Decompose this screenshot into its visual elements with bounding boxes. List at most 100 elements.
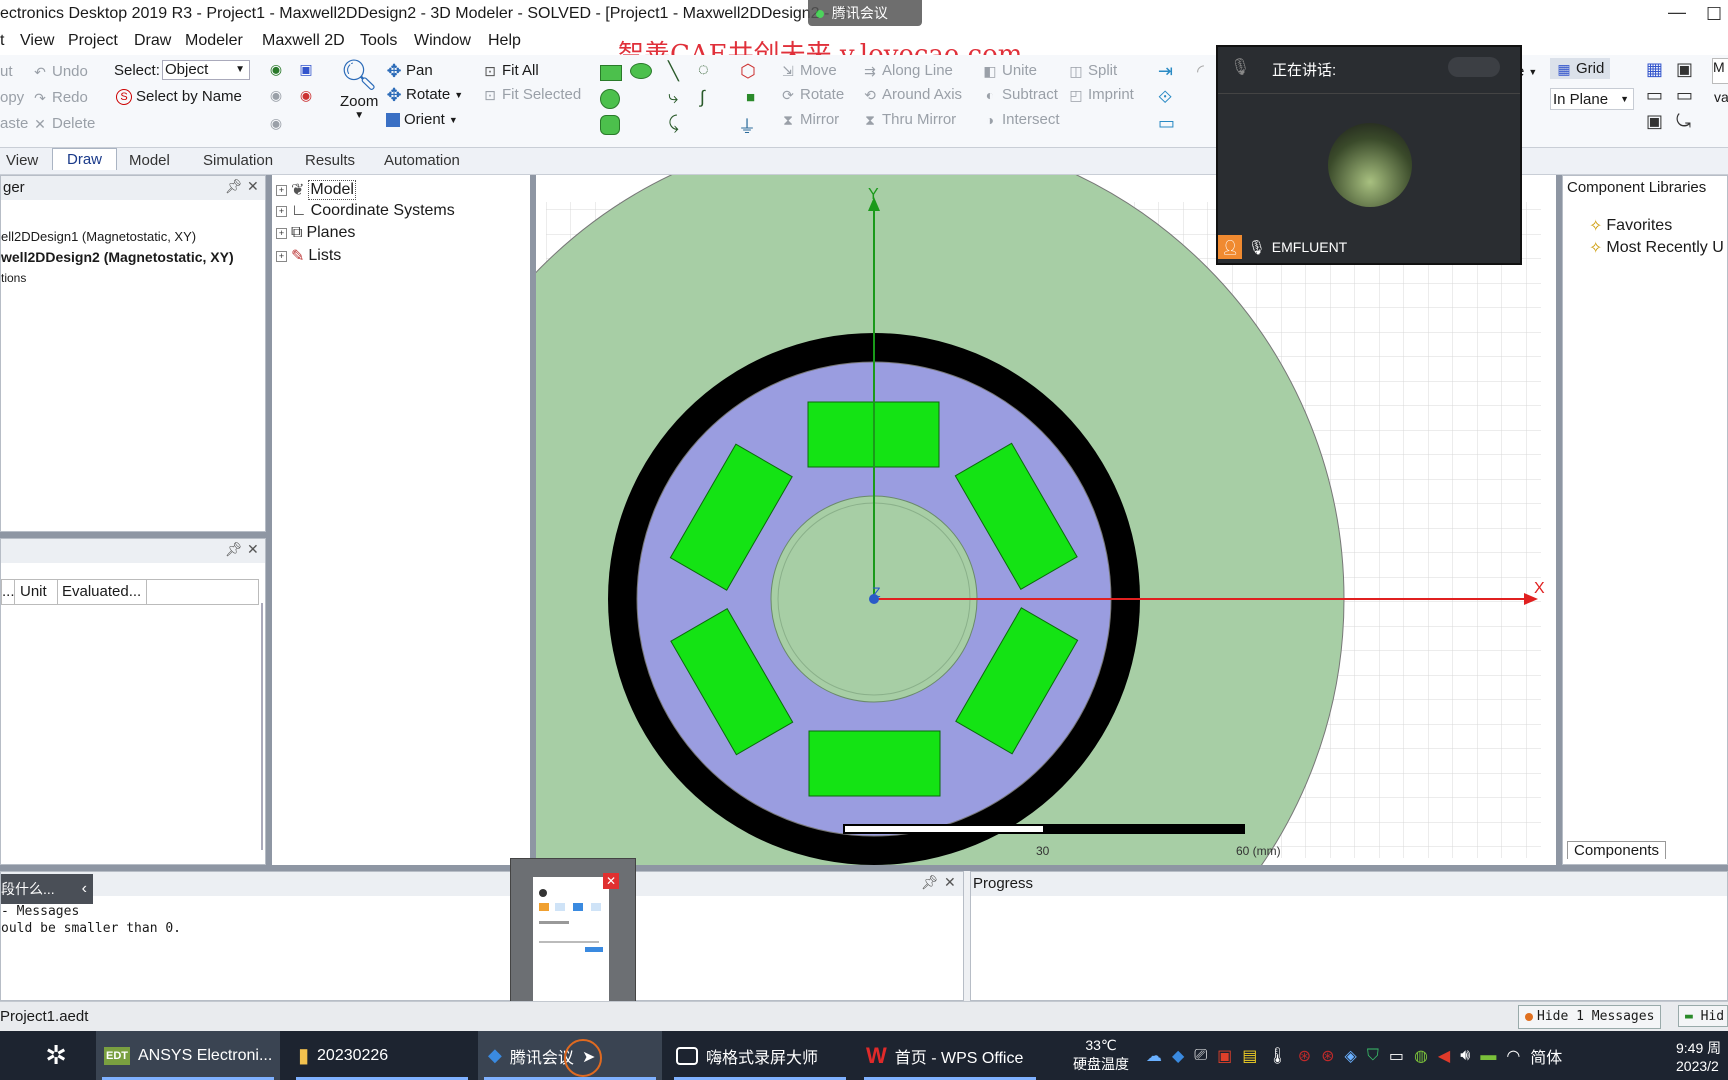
disk-temperature-widget[interactable]: 33℃ 硬盘温度 bbox=[1066, 1031, 1136, 1080]
pin-icon[interactable]: 📌︎ bbox=[225, 178, 243, 195]
select-dropdown[interactable]: Object ▼ bbox=[162, 60, 250, 80]
zoom-button[interactable]: 🔍︎ Zoom ▼ bbox=[340, 59, 378, 121]
menu-item-window[interactable]: Window bbox=[414, 32, 471, 50]
pin-icon[interactable]: 📌︎ bbox=[921, 874, 939, 891]
select-by-name-button[interactable]: S Select by Name bbox=[116, 88, 242, 105]
volume-icon[interactable]: 🔊︎ bbox=[1460, 1047, 1470, 1065]
tab-automation[interactable]: Automation bbox=[384, 152, 460, 169]
around-axis-button[interactable]: ⟲ Around Axis bbox=[862, 86, 962, 103]
coil-4[interactable] bbox=[808, 730, 941, 797]
fit-selected-button[interactable]: ⊡ Fit Selected bbox=[482, 86, 581, 103]
undo-button[interactable]: ↶ Undo bbox=[32, 63, 88, 80]
design1-item[interactable]: ell2DDesign1 (Magnetostatic, XY) bbox=[1, 229, 196, 244]
taskbar-thumbnail-preview[interactable]: ✕ bbox=[510, 858, 636, 1022]
column-name[interactable]: ... bbox=[2, 580, 15, 604]
spline-draw-icon[interactable]: ⤷ bbox=[668, 87, 678, 108]
tree-item-lists[interactable]: + ✎ Lists bbox=[276, 246, 341, 266]
menu-item-help[interactable]: Help bbox=[488, 32, 521, 50]
copy-button[interactable]: opy bbox=[0, 89, 24, 106]
ellipse-draw-icon[interactable] bbox=[630, 63, 652, 79]
thermometer-icon[interactable]: 🌡︎ bbox=[1267, 1046, 1287, 1066]
pin-icon[interactable]: 📌︎ bbox=[225, 541, 243, 558]
polygon-draw-icon[interactable] bbox=[600, 115, 620, 135]
close-icon[interactable]: ✕ bbox=[944, 874, 956, 891]
definitions-item[interactable]: tions bbox=[1, 271, 26, 285]
taskbar-item-tencent-meeting[interactable]: ◆ 腾讯会议 ➤ bbox=[478, 1031, 662, 1080]
expand-icon[interactable]: + bbox=[276, 205, 287, 217]
arc-draw-icon[interactable]: ⤹ bbox=[668, 113, 679, 134]
spiral-draw-icon[interactable]: ◌ bbox=[698, 59, 709, 80]
snap-face-icon[interactable]: ▭ bbox=[1646, 85, 1663, 106]
menu-item-maxwell2d[interactable]: Maxwell 2D bbox=[262, 32, 345, 50]
cut-button[interactable]: ut bbox=[0, 63, 13, 80]
meeting-share-tag[interactable]: 腾讯会议 bbox=[808, 0, 922, 26]
security-icon-a[interactable]: ⊛ bbox=[1298, 1046, 1311, 1066]
close-icon[interactable]: ✕ bbox=[247, 541, 259, 558]
hide-messages-button[interactable]: Hide 1 Messages bbox=[1518, 1005, 1662, 1029]
library-item-most-recently[interactable]: ✧ Most Recently U bbox=[1589, 238, 1724, 258]
rotate-view-button[interactable]: ✥ Rotate ▼ bbox=[386, 86, 463, 104]
search-popup[interactable]: 段什么... ‹ bbox=[1, 874, 93, 904]
app-pinwheel-icon[interactable]: ✲ bbox=[36, 1031, 76, 1080]
tray-meeting-icon[interactable]: ◆ bbox=[1172, 1046, 1184, 1066]
view-settings-icon[interactable]: ▣ bbox=[298, 61, 314, 77]
thumbnail-close-icon[interactable]: ✕ bbox=[603, 873, 619, 889]
speaker-alert-icon[interactable]: ◀ bbox=[1438, 1046, 1450, 1066]
in-plane-dropdown[interactable]: In Plane ▼ bbox=[1550, 88, 1634, 110]
column-unit[interactable]: Unit bbox=[14, 580, 47, 604]
meeting-video-popup[interactable]: 🎙︎ 正在讲话: 👤︎ 🎙︎ EMFLUENT bbox=[1216, 45, 1522, 265]
snap-center-icon[interactable]: ▣ bbox=[1676, 59, 1693, 80]
extra-tool-icon[interactable]: ◜ bbox=[1197, 61, 1204, 82]
expand-icon[interactable]: + bbox=[276, 184, 287, 196]
network-app-icon[interactable]: ◈ bbox=[1345, 1046, 1357, 1066]
modeler-canvas[interactable]: Y X Z 30 60 (mm) bbox=[536, 175, 1556, 865]
grid-button[interactable]: ▦ Grid bbox=[1550, 58, 1611, 79]
intersect-button[interactable]: ◑ Intersect bbox=[982, 111, 1060, 128]
along-line-button[interactable]: ⇉ Along Line bbox=[862, 62, 953, 79]
redo-button[interactable]: ↷ Redo bbox=[32, 89, 88, 106]
taskbar-item-wps[interactable]: W 首页 - WPS Office bbox=[858, 1031, 1042, 1080]
imprint-button[interactable]: ◰ Imprint bbox=[1068, 86, 1133, 103]
taskbar-item-screen-recorder[interactable]: 嗨格式录屏大师 bbox=[668, 1031, 852, 1080]
unite-button[interactable]: ◧ Unite bbox=[982, 62, 1037, 79]
maximize-icon[interactable]: ☐ bbox=[1706, 4, 1722, 25]
tab-components[interactable]: Components bbox=[1567, 841, 1667, 859]
tab-draw[interactable]: Draw bbox=[52, 148, 118, 170]
menu-item-tools[interactable]: Tools bbox=[360, 32, 397, 50]
wifi-icon[interactable]: ◠ bbox=[1506, 1046, 1520, 1066]
line-draw-icon[interactable]: ╲ bbox=[668, 61, 679, 82]
design2-item[interactable]: well2DDesign2 (Magnetostatic, XY) bbox=[1, 249, 234, 265]
plane-icon[interactable]: ⏚ bbox=[738, 113, 756, 139]
note-icon[interactable]: ▤ bbox=[1242, 1046, 1257, 1066]
battery-icon[interactable]: ▭ bbox=[1389, 1046, 1404, 1066]
minimize-button[interactable]: — bbox=[1668, 2, 1686, 23]
menu-item-modeler[interactable]: Modeler bbox=[185, 32, 243, 50]
orient-button[interactable]: Orient ▼ bbox=[386, 111, 458, 128]
tree-item-model[interactable]: + ❦ Model bbox=[276, 180, 356, 200]
sweep-icon[interactable]: ⇥ bbox=[1158, 61, 1173, 82]
hide-progress-button[interactable]: ▬ Hid bbox=[1678, 1005, 1728, 1027]
wps-tray-icon[interactable]: ▣ bbox=[1217, 1046, 1232, 1066]
tab-view[interactable]: View bbox=[6, 152, 38, 169]
subtract-button[interactable]: ◐ Subtract bbox=[982, 86, 1058, 103]
box-3d-icon[interactable]: ⬡ bbox=[740, 61, 756, 82]
pan-button[interactable]: ✥ Pan bbox=[386, 62, 432, 80]
tab-simulation[interactable]: Simulation bbox=[203, 152, 273, 169]
menu-item-view[interactable]: View bbox=[20, 32, 54, 50]
delete-button[interactable]: ✕ Delete bbox=[32, 115, 95, 132]
chevron-left-icon[interactable]: ‹ bbox=[82, 874, 87, 904]
menu-item-draw[interactable]: Draw bbox=[134, 32, 171, 50]
surface-icon[interactable]: ▭ bbox=[1158, 113, 1175, 134]
equation-curve-icon[interactable]: ∫ bbox=[700, 87, 705, 108]
close-icon[interactable]: ✕ bbox=[247, 178, 259, 195]
tree-item-planes[interactable]: + ⧉ Planes bbox=[276, 224, 355, 242]
snap-edge-icon[interactable]: ▭ bbox=[1676, 85, 1693, 106]
rectangle-draw-icon[interactable] bbox=[600, 65, 622, 81]
hide-icon[interactable]: ◉ bbox=[268, 87, 284, 103]
cloud-icon[interactable]: ☁ bbox=[1146, 1046, 1162, 1066]
split-button[interactable]: ◫ Split bbox=[1068, 62, 1117, 79]
taskbar-item-folder[interactable]: ▮ 20230226 bbox=[290, 1031, 474, 1080]
modeler-svg[interactable]: Y X Z 30 60 (mm) bbox=[536, 175, 1556, 865]
start-button-partial[interactable] bbox=[0, 1031, 14, 1080]
tree-item-coordinate-systems[interactable]: + ∟ Coordinate Systems bbox=[276, 202, 455, 220]
